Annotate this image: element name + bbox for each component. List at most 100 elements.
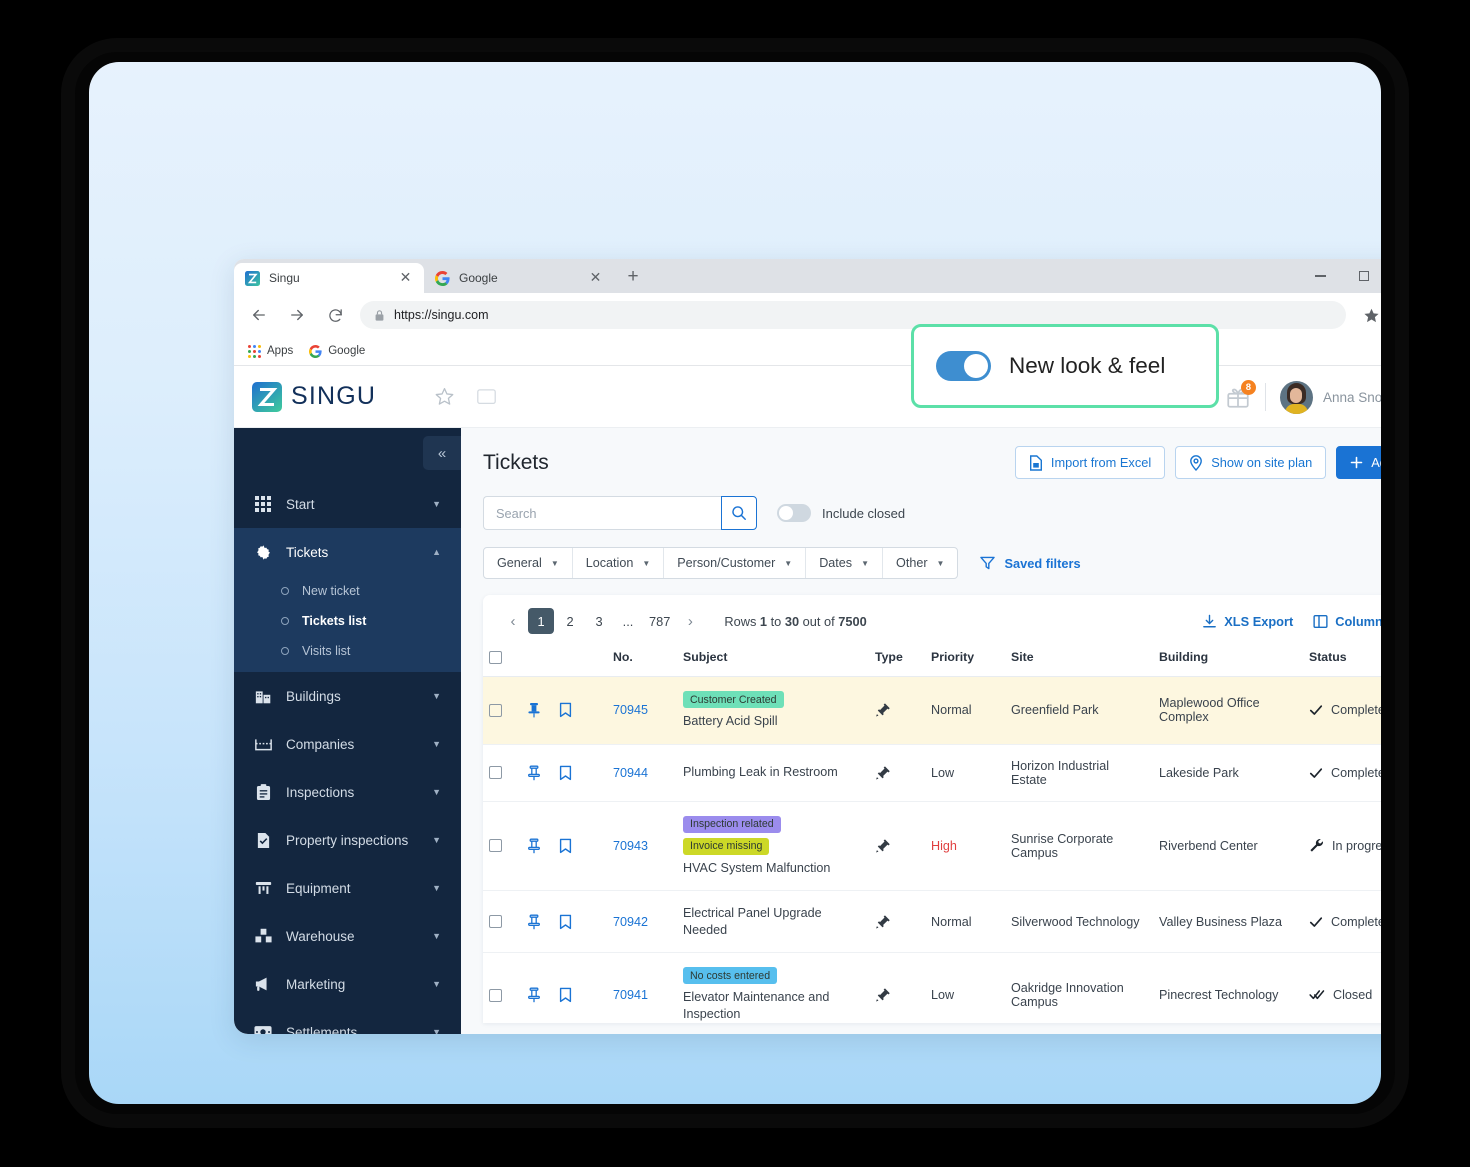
pin-icon[interactable]: [527, 765, 541, 781]
reload-icon[interactable]: [322, 302, 348, 328]
bookmark-icon[interactable]: [559, 702, 572, 718]
bookmark-icon[interactable]: [559, 987, 572, 1003]
search-input[interactable]: [483, 496, 721, 530]
ticket-subject[interactable]: Plumbing Leak in Restroom: [677, 744, 869, 802]
star-outline-icon[interactable]: [434, 386, 455, 407]
pin-icon[interactable]: [527, 702, 541, 718]
row-select-cell[interactable]: [483, 676, 521, 745]
close-icon[interactable]: ✕: [588, 270, 603, 286]
row-select-cell[interactable]: [483, 890, 521, 954]
filter-location[interactable]: Location ▼: [573, 548, 665, 578]
table-row[interactable]: 70943 Inspection related Invoice missing HV…: [483, 801, 1381, 892]
browser-tab-singu[interactable]: Singu ✕: [234, 263, 424, 293]
bookmark-icon[interactable]: [559, 765, 572, 781]
select-all-header[interactable]: [483, 646, 521, 677]
row-checkbox[interactable]: [489, 915, 502, 929]
sidebar-item-equipment[interactable]: Equipment ▼: [234, 864, 461, 912]
forward-icon[interactable]: [284, 302, 310, 328]
show-on-site-plan-button[interactable]: Show on site plan: [1175, 446, 1327, 479]
search-button[interactable]: [721, 496, 757, 530]
maximize-icon[interactable]: [1342, 259, 1381, 293]
toggle-switch[interactable]: [777, 504, 811, 522]
filter-general[interactable]: General ▼: [484, 548, 573, 578]
chevron-up-icon[interactable]: ▲: [432, 547, 441, 557]
pin-icon[interactable]: [527, 914, 541, 930]
row-checkbox[interactable]: [489, 988, 502, 1002]
row-checkbox[interactable]: [489, 839, 502, 853]
new-look-feel-callout[interactable]: New look & feel: [911, 324, 1219, 408]
gift-icon[interactable]: 8: [1225, 380, 1256, 410]
col-header-no[interactable]: No.: [607, 646, 677, 677]
ticket-subject[interactable]: Inspection related Invoice missing HVAC Sy…: [677, 801, 869, 892]
sidebar-item-buildings[interactable]: Buildings ▼: [234, 672, 461, 720]
page-1[interactable]: 1: [528, 608, 554, 634]
sidebar-item-inspections[interactable]: Inspections ▼: [234, 768, 461, 816]
sidebar-item-companies[interactable]: Companies ▼: [234, 720, 461, 768]
page-2[interactable]: 2: [557, 608, 583, 634]
note-icon[interactable]: [477, 388, 497, 405]
col-header-priority[interactable]: Priority: [925, 646, 1005, 677]
select-all-checkbox[interactable]: [489, 651, 502, 664]
row-select-cell[interactable]: [483, 744, 521, 802]
filter-person-customer[interactable]: Person/Customer ▼: [664, 548, 807, 578]
bookmark-apps[interactable]: Apps: [248, 344, 293, 358]
sidebar-item-visits-list[interactable]: Visits list: [234, 636, 461, 666]
filter-dates[interactable]: Dates ▼: [806, 548, 884, 578]
chevron-down-icon[interactable]: ▼: [432, 931, 441, 941]
ticket-number[interactable]: 70942: [607, 890, 677, 954]
table-row[interactable]: 70945 Customer Created Battery Acid Spill N…: [483, 676, 1381, 745]
row-select-cell[interactable]: [483, 801, 521, 892]
xls-export-button[interactable]: XLS Export: [1202, 614, 1293, 629]
user-menu[interactable]: Anna Snow: [1279, 380, 1381, 414]
bookmark-google[interactable]: Google: [309, 344, 365, 358]
row-checkbox[interactable]: [489, 703, 502, 717]
ticket-number[interactable]: 70945: [607, 676, 677, 745]
table-row[interactable]: 70942 Electrical Panel Upgrade Needed Norm…: [483, 890, 1381, 954]
ticket-number[interactable]: 70943: [607, 801, 677, 892]
pin-icon[interactable]: [527, 987, 541, 1003]
col-header-status[interactable]: Status: [1303, 646, 1381, 677]
bookmark-star-icon[interactable]: [1358, 302, 1381, 328]
chevron-down-icon[interactable]: ▼: [432, 1027, 441, 1034]
chevron-right-icon[interactable]: ›: [678, 608, 702, 634]
ticket-number[interactable]: 70941: [607, 952, 677, 1023]
pin-icon[interactable]: [527, 838, 541, 854]
chevron-down-icon[interactable]: ▼: [432, 691, 441, 701]
page-787[interactable]: 787: [644, 608, 675, 634]
singu-brand[interactable]: SINGU: [252, 381, 376, 412]
close-icon[interactable]: ✕: [398, 270, 413, 286]
sidebar-item-settlements[interactable]: Settlements ▼: [234, 1008, 461, 1034]
chevron-left-icon[interactable]: ‹: [501, 608, 525, 634]
ticket-subject[interactable]: No costs entered Elevator Maintenance and…: [677, 952, 869, 1023]
sidebar-item-tickets[interactable]: Tickets ▲: [234, 528, 461, 576]
chevron-down-icon[interactable]: ▼: [432, 883, 441, 893]
col-header-type[interactable]: Type: [869, 646, 925, 677]
chevron-down-icon[interactable]: ▼: [432, 835, 441, 845]
chevron-down-icon[interactable]: ▼: [432, 979, 441, 989]
chevron-down-icon[interactable]: ▼: [432, 739, 441, 749]
browser-tab-google[interactable]: Google ✕: [424, 263, 614, 293]
new-look-toggle[interactable]: [936, 351, 991, 381]
chevron-down-icon[interactable]: ▼: [432, 499, 441, 509]
table-row[interactable]: 70941 No costs entered Elevator Maintenanc…: [483, 952, 1381, 1023]
bookmark-icon[interactable]: [559, 838, 572, 854]
ticket-subject[interactable]: Customer Created Battery Acid Spill: [677, 676, 869, 745]
table-row[interactable]: 70944 Plumbing Leak in Restroom Low Horizon…: [483, 744, 1381, 802]
sidebar-item-property-inspections[interactable]: Property inspections ▼: [234, 816, 461, 864]
bookmark-icon[interactable]: [559, 914, 572, 930]
col-header-site[interactable]: Site: [1005, 646, 1153, 677]
col-header-subject[interactable]: Subject: [677, 646, 869, 677]
page-3[interactable]: 3: [586, 608, 612, 634]
columns-button[interactable]: Columns: [1313, 614, 1381, 629]
sidebar-item-marketing[interactable]: Marketing ▼: [234, 960, 461, 1008]
ticket-number[interactable]: 70944: [607, 744, 677, 802]
row-checkbox[interactable]: [489, 766, 502, 780]
sidebar-item-new-ticket[interactable]: New ticket: [234, 576, 461, 606]
include-closed-toggle[interactable]: Include closed: [777, 504, 905, 522]
ticket-subject[interactable]: Electrical Panel Upgrade Needed: [677, 890, 869, 954]
saved-filters-button[interactable]: Saved filters: [980, 556, 1081, 571]
back-icon[interactable]: [246, 302, 272, 328]
add-button[interactable]: Add: [1336, 446, 1381, 479]
sidebar-item-warehouse[interactable]: Warehouse ▼: [234, 912, 461, 960]
double-chevron-left-icon[interactable]: «: [423, 436, 461, 470]
